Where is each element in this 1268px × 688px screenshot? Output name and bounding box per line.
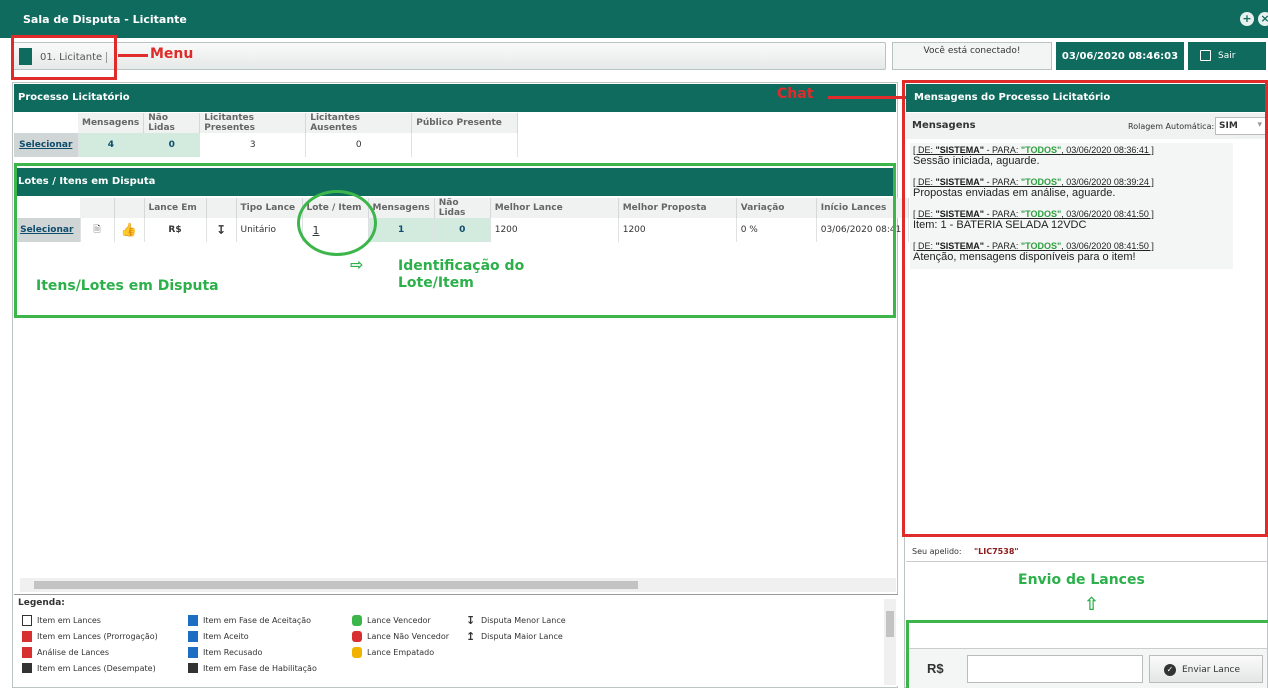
legend-scrollbar[interactable] (884, 599, 896, 685)
connection-status: Você está conectado! (892, 42, 1052, 70)
legend-item: Item em Fase de Habilitação (188, 663, 317, 673)
title-bar: Sala de Disputa - Licitante + × (0, 0, 1268, 38)
refused-icon (188, 647, 198, 658)
datetime-display: 03/06/2020 08:46:03 (1056, 42, 1184, 70)
col-header: Licitantes Ausentes (305, 113, 413, 133)
legend-item: Item em Lances (Desempate) (22, 663, 156, 673)
table-row: Selecionar 4 0 3 0 (14, 133, 519, 157)
thumbs-down-icon (352, 631, 362, 642)
cell: 3 (199, 133, 307, 157)
thumbs-up-icon (352, 615, 362, 626)
window-title: Sala de Disputa - Licitante (23, 13, 187, 26)
cell: 0 (143, 133, 201, 157)
lance-input[interactable] (967, 655, 1143, 683)
processo-header: Processo Licitatório (14, 84, 896, 112)
analysis-icon (22, 647, 32, 658)
legend-item: Análise de Lances (22, 647, 109, 658)
legend-item: Item em Lances (22, 615, 101, 626)
enviar-lance-label: Enviar Lance (1182, 665, 1241, 675)
col-header: Licitantes Presentes (199, 113, 307, 133)
document-blue-icon (188, 615, 198, 626)
legend-item: Lance Empatado (352, 647, 434, 658)
apelido-label: Seu apelido: (912, 547, 962, 556)
qualification-icon (188, 663, 198, 673)
arrow-down-icon: ↧ (466, 614, 476, 627)
accepted-icon (188, 631, 198, 642)
enviar-lance-button[interactable]: ✓ Enviar Lance (1149, 655, 1263, 683)
legend-title: Legenda: (18, 598, 65, 608)
legend-item: Lance Não Vencedor (352, 631, 449, 642)
plus-circle-icon[interactable]: + (1240, 12, 1254, 26)
items-annotation-label: Itens/Lotes em Disputa (36, 278, 219, 294)
processo-select-link[interactable]: Selecionar (14, 133, 79, 157)
legend-item: Lance Vencedor (352, 615, 431, 626)
apelido-value: "LIC7538" (974, 547, 1019, 556)
envio-annotation-label: Envio de Lances (1018, 572, 1145, 588)
currency-label: R$ (927, 661, 944, 676)
chat-annotation-box (902, 80, 1268, 537)
menu-annotation-arrow (118, 54, 148, 57)
apelido-bar: Seu apelido: "LIC7538" (906, 542, 1268, 562)
col-header: Mensagens (78, 113, 145, 133)
document-red-icon (22, 631, 32, 642)
processo-title: Processo Licitatório (18, 92, 130, 103)
exit-button[interactable]: Sair (1188, 42, 1266, 70)
close-icon[interactable]: × (1258, 12, 1268, 26)
lote-item-annotation-circle (297, 190, 377, 256)
legend-item: ↧ Disputa Menor Lance (466, 614, 566, 627)
items-annotation-box (14, 163, 896, 318)
legend-item: Item em Lances (Prorrogação) (22, 631, 158, 642)
exit-icon (1200, 50, 1211, 61)
exit-label: Sair (1218, 51, 1236, 61)
arrow-up-icon: ↥ (466, 630, 476, 643)
right-arrow-icon: ⇨ (350, 255, 364, 274)
check-circle-icon: ✓ (1164, 664, 1176, 676)
document-icon (22, 615, 32, 626)
processo-table: Mensagens Não Lidas Licitantes Presentes… (14, 113, 519, 157)
legend-panel: Legenda: Item em Lances Item em Lances (… (14, 594, 898, 686)
scrollbar-thumb[interactable] (886, 611, 894, 637)
horizontal-scrollbar[interactable] (20, 578, 896, 592)
menu-annotation-label: Menu (150, 46, 194, 62)
up-arrow-icon: ⇧ (1084, 594, 1100, 615)
legend-item: ↥ Disputa Maior Lance (466, 630, 563, 643)
col-header: Não Lidas (143, 113, 201, 133)
document-dark-icon (22, 663, 32, 673)
menu-annotation-box (11, 35, 117, 80)
lance-form: R$ ✓ Enviar Lance (909, 648, 1267, 688)
col-header: Público Presente (411, 113, 519, 133)
chat-annotation-label: Chat (777, 86, 814, 102)
hand-icon (352, 647, 362, 658)
cell (411, 133, 519, 157)
legend-item: Item Aceito (188, 631, 249, 642)
scrollbar-thumb[interactable] (34, 581, 638, 589)
legend-item: Item Recusado (188, 647, 262, 658)
legend-item: Item em Fase de Aceitação (188, 615, 311, 626)
cell: 0 (305, 133, 413, 157)
ident-annotation-label: Identificação do Lote/Item (398, 258, 525, 291)
chat-annotation-arrow (828, 96, 906, 99)
cell: 4 (78, 133, 145, 157)
